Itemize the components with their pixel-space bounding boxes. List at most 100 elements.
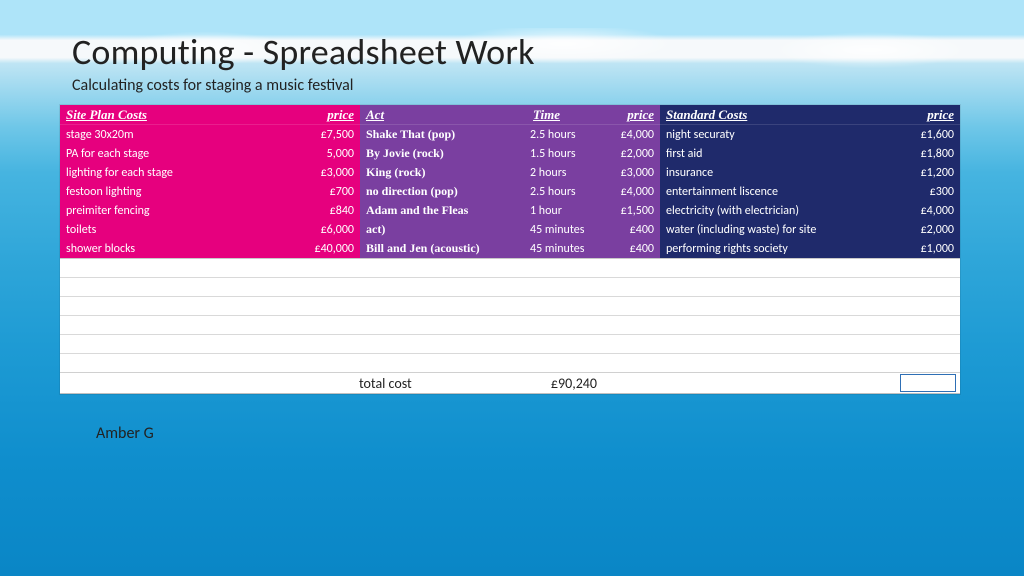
cell-item: water (including waste) for site <box>666 223 900 237</box>
col-act: Act <box>366 107 533 123</box>
cell-price: £700 <box>300 185 354 199</box>
table-site-plan-costs: Site Plan Costs price stage 30x20m£7,500… <box>60 105 360 258</box>
cell-time: 45 minutes <box>530 223 600 237</box>
cell-item: night securaty <box>666 128 900 142</box>
total-label: total cost <box>355 375 465 392</box>
cell-item: performing rights society <box>666 242 900 256</box>
cell-time: 2.5 hours <box>530 185 600 199</box>
table-row: festoon lighting£700 <box>60 182 360 201</box>
table-row: first aid£1,800 <box>660 144 960 163</box>
total-value: £90,240 <box>465 375 605 392</box>
col-item: Site Plan Costs <box>66 107 147 123</box>
cell-item: preimiter fencing <box>66 204 300 218</box>
cell-price: £1,200 <box>900 166 954 180</box>
cell-item: electricity (with electrician) <box>666 204 900 218</box>
col-time: Time <box>533 107 560 123</box>
cell-item: PA for each stage <box>66 147 300 161</box>
empty-row <box>60 353 960 372</box>
col-price: price <box>927 107 954 123</box>
cell-item: shower blocks <box>66 242 300 256</box>
table-row: act)45 minutes£400 <box>360 220 660 239</box>
cell-item: act) <box>366 222 530 237</box>
empty-row <box>60 315 960 334</box>
table-row: toilets£6,000 <box>60 220 360 239</box>
cell-price: £40,000 <box>300 242 354 256</box>
cell-item: Adam and the Fleas <box>366 203 530 218</box>
cell-price: £4,000 <box>900 204 954 218</box>
table-row: Shake That (pop)2.5 hours£4,000 <box>360 125 660 144</box>
table-row: King (rock)2 hours£3,000 <box>360 163 660 182</box>
cell-price: £400 <box>600 242 654 256</box>
cell-item: entertainment liscence <box>666 185 900 199</box>
col-price: price <box>327 107 354 123</box>
cell-item: no direction (pop) <box>366 184 530 199</box>
cell-price: £7,500 <box>300 128 354 142</box>
table-row: night securaty£1,600 <box>660 125 960 144</box>
page-title: Computing - Spreadsheet Work <box>72 30 984 74</box>
cell-price: £2,000 <box>900 223 954 237</box>
table-header: Act Time price <box>360 105 660 125</box>
table-row: performing rights society£1,000 <box>660 239 960 258</box>
slide-content: Computing - Spreadsheet Work Calculating… <box>72 30 984 95</box>
table-row: no direction (pop)2.5 hours£4,000 <box>360 182 660 201</box>
cell-item: stage 30x20m <box>66 128 300 142</box>
cell-time: 1 hour <box>530 204 600 218</box>
cell-price: £4,000 <box>600 128 654 142</box>
cell-price: £3,000 <box>300 166 354 180</box>
table-standard-costs: Standard Costs price night securaty£1,60… <box>660 105 960 258</box>
cell-price: £1,600 <box>900 128 954 142</box>
cell-item: King (rock) <box>366 165 530 180</box>
cell-item: By Jovie (rock) <box>366 146 530 161</box>
cell-price: £2,000 <box>600 147 654 161</box>
cell-price: £1,000 <box>900 242 954 256</box>
spreadsheet: Site Plan Costs price stage 30x20m£7,500… <box>60 105 960 394</box>
empty-row <box>60 334 960 353</box>
col-price: price <box>627 107 654 123</box>
cell-price: £3,000 <box>600 166 654 180</box>
cell-item: toilets <box>66 223 300 237</box>
cell-price: £300 <box>900 185 954 199</box>
table-row: preimiter fencing£840 <box>60 201 360 220</box>
cell-time: 2 hours <box>530 166 600 180</box>
table-row: stage 30x20m£7,500 <box>60 125 360 144</box>
table-row: shower blocks£40,000 <box>60 239 360 258</box>
table-row: insurance£1,200 <box>660 163 960 182</box>
cell-item: Shake That (pop) <box>366 127 530 142</box>
table-row: water (including waste) for site£2,000 <box>660 220 960 239</box>
table-row: By Jovie (rock)1.5 hours£2,000 <box>360 144 660 163</box>
cell-price: £4,000 <box>600 185 654 199</box>
col-item: Standard Costs <box>666 107 747 123</box>
slide-background: Computing - Spreadsheet Work Calculating… <box>0 0 1024 576</box>
cell-price: £6,000 <box>300 223 354 237</box>
cell-price: £400 <box>600 223 654 237</box>
empty-rows: total cost £90,240 <box>60 258 960 394</box>
cell-price: £1,500 <box>600 204 654 218</box>
data-tables: Site Plan Costs price stage 30x20m£7,500… <box>60 105 960 258</box>
table-row: electricity (with electrician)£4,000 <box>660 201 960 220</box>
cell-item: lighting for each stage <box>66 166 300 180</box>
selected-cell[interactable] <box>900 374 956 392</box>
cell-time: 2.5 hours <box>530 128 600 142</box>
cell-item: Bill and Jen (acoustic) <box>366 241 530 256</box>
cell-price: £1,800 <box>900 147 954 161</box>
table-row: Bill and Jen (acoustic)45 minutes£400 <box>360 239 660 258</box>
cell-price: 5,000 <box>300 147 354 161</box>
table-row: lighting for each stage£3,000 <box>60 163 360 182</box>
empty-row <box>60 277 960 296</box>
page-subtitle: Calculating costs for staging a music fe… <box>72 76 984 95</box>
table-row: entertainment liscence£300 <box>660 182 960 201</box>
cell-item: insurance <box>666 166 900 180</box>
total-row: total cost £90,240 <box>60 372 960 394</box>
empty-row <box>60 296 960 315</box>
author-name: Amber G <box>96 424 154 443</box>
table-acts: Act Time price Shake That (pop)2.5 hours… <box>360 105 660 258</box>
table-row: Adam and the Fleas1 hour£1,500 <box>360 201 660 220</box>
cell-time: 45 minutes <box>530 242 600 256</box>
cell-item: first aid <box>666 147 900 161</box>
empty-row <box>60 258 960 277</box>
cell-time: 1.5 hours <box>530 147 600 161</box>
cell-item: festoon lighting <box>66 185 300 199</box>
table-header: Site Plan Costs price <box>60 105 360 125</box>
table-row: PA for each stage5,000 <box>60 144 360 163</box>
table-header: Standard Costs price <box>660 105 960 125</box>
